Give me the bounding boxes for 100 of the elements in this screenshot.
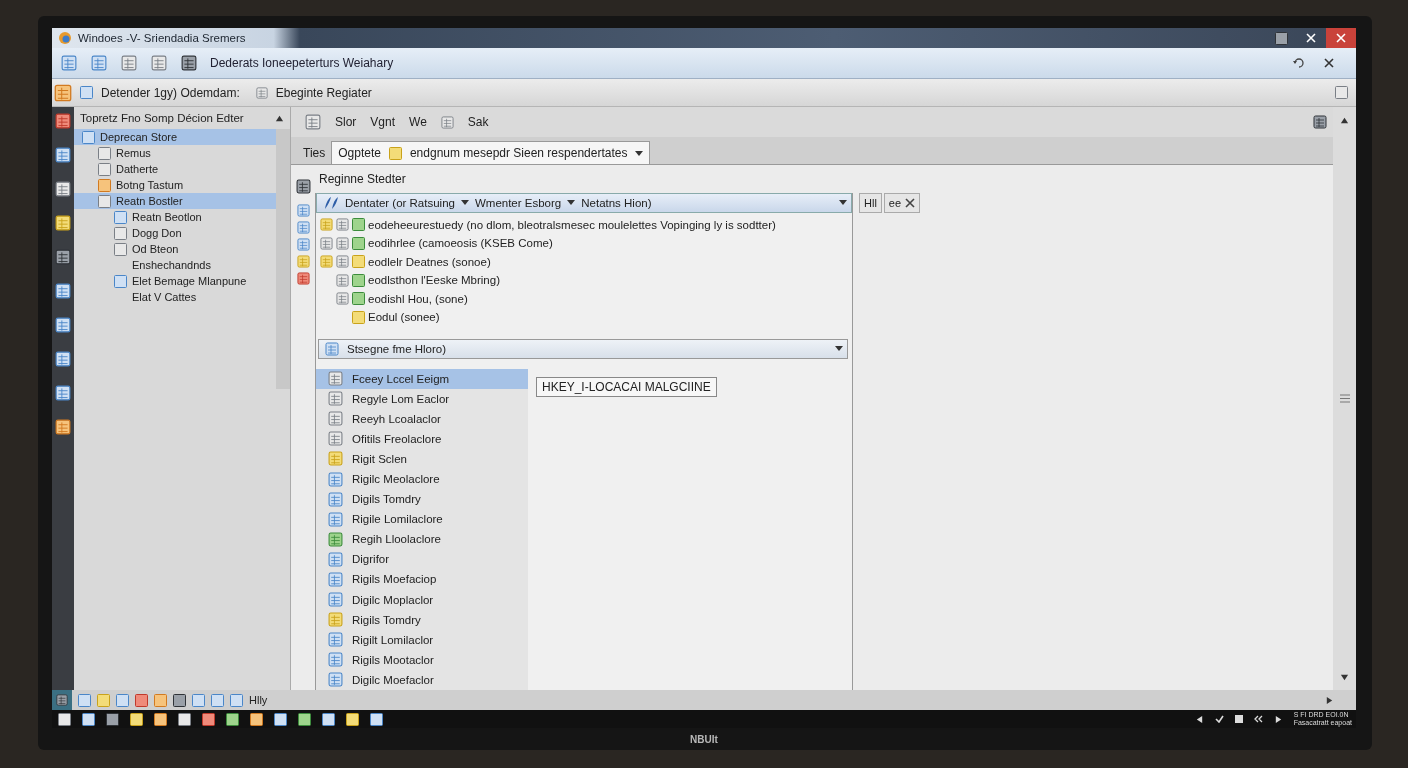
grid-icon <box>328 572 343 587</box>
tree-item[interactable]: Remus <box>74 145 276 161</box>
tree-item[interactable]: Elat V Cattes <box>74 289 276 305</box>
columns-icon[interactable] <box>1313 115 1327 129</box>
document-icon <box>151 55 167 71</box>
taskbar-icon[interactable] <box>178 712 191 726</box>
document-icon[interactable] <box>295 179 311 194</box>
taskbar-icon[interactable] <box>106 712 119 726</box>
tab[interactable]: Ogptete endgnum mesepdr Sieen respendertates <box>331 141 651 164</box>
list-item[interactable]: Rigilc Meolaclore <box>316 468 528 490</box>
taskbar-icon[interactable] <box>274 712 287 726</box>
tree-item[interactable]: Reatn Beotlon <box>74 209 276 225</box>
toolbar-button[interactable]: Sak <box>467 115 489 129</box>
taskbar-icon[interactable] <box>82 712 95 726</box>
list-item[interactable]: Digrifor <box>316 549 528 570</box>
list-item[interactable]: Rigile Lomilaclore <box>316 509 528 530</box>
monitor-brand: NBUIt <box>690 733 718 745</box>
tree-item[interactable]: Datherte <box>74 161 276 177</box>
app-icon[interactable] <box>55 317 71 333</box>
entry-row[interactable]: eodlsthon l'Eeske Mbring) <box>320 271 852 290</box>
taskbar-icon[interactable] <box>58 712 71 726</box>
list-item[interactable]: Digils Tomdry <box>316 489 528 510</box>
tree-item[interactable]: Reatn Bostler <box>74 193 276 209</box>
app-icon[interactable] <box>55 385 71 401</box>
close-icon <box>1306 33 1316 43</box>
toolbar-button[interactable]: Vgnt <box>370 115 396 129</box>
tree-item[interactable]: Enshechandnds <box>74 257 276 273</box>
close-icon <box>1324 58 1334 68</box>
scrollbar[interactable] <box>1333 107 1356 690</box>
grid-icon <box>328 531 343 547</box>
caret-icon <box>839 200 847 205</box>
toolbar-button[interactable] <box>178 52 200 74</box>
tab[interactable]: Ties <box>297 142 332 164</box>
app-icon[interactable] <box>55 249 71 265</box>
entry-row[interactable]: eodeheeurestuedy (no dlom, bleotralsmesec moulelettes Vopinging ly is sodtter) <box>320 215 852 234</box>
list-item[interactable]: Ofitils Freolaclore <box>316 428 528 449</box>
up-arrow-icon <box>274 113 284 123</box>
list-item[interactable]: Rigit Sclen <box>316 448 528 469</box>
tree-item[interactable]: Botng Tastum <box>74 177 276 193</box>
taskbar-icon[interactable] <box>346 712 359 726</box>
taskbar-icon[interactable] <box>226 712 239 726</box>
scrollbar[interactable] <box>276 129 290 389</box>
list-item[interactable]: Rigils Tomdry <box>316 609 528 630</box>
address-label: Detender 1gy) Odemdam: <box>101 85 240 100</box>
app-icon <box>58 31 72 45</box>
entry-row[interactable]: Eodul (sonee) <box>320 308 852 327</box>
filter-option: Netatns Hion) <box>581 196 652 209</box>
close-icon <box>905 197 916 208</box>
tree-item[interactable]: Od Bteon <box>74 241 276 257</box>
document-icon <box>91 55 107 71</box>
app-icon[interactable] <box>55 181 71 197</box>
close-button[interactable] <box>1326 28 1356 48</box>
app-icon[interactable] <box>55 351 71 367</box>
taskbar-icon[interactable] <box>130 712 143 726</box>
tray-icon[interactable] <box>1273 714 1283 724</box>
list-item[interactable]: Fceey Lccel Eeigm <box>316 368 528 389</box>
tree-item[interactable]: Dogg Don <box>74 225 276 241</box>
grid-icon <box>328 491 343 507</box>
status-icon[interactable] <box>135 693 148 707</box>
document-icon <box>61 55 77 71</box>
entry-row[interactable]: eodlelr Deatnes (sonoe) <box>320 252 852 271</box>
side-button[interactable]: Hll <box>859 192 882 213</box>
list-item[interactable]: Digilc Moplaclor <box>316 589 528 610</box>
list-item[interactable]: Rigils Mootaclor <box>316 649 528 670</box>
scroll-grip-icon[interactable] <box>1339 394 1350 403</box>
entry-row[interactable]: eodishl Hou, (sone) <box>320 289 852 308</box>
grid-icon <box>336 273 349 287</box>
window-icon[interactable] <box>1335 86 1348 99</box>
grid-icon <box>328 451 343 467</box>
feather-icon <box>323 195 339 210</box>
taskbar-icon[interactable] <box>298 712 311 726</box>
toolbar-button[interactable]: Slor <box>335 115 357 129</box>
tree-item[interactable]: Elet Bemage Mlanpune <box>74 273 276 289</box>
side-button[interactable]: ee <box>883 192 921 213</box>
tray-icon[interactable] <box>1234 715 1243 723</box>
status-icon[interactable] <box>173 693 186 707</box>
page-icon <box>255 86 268 99</box>
app-icon[interactable] <box>55 113 71 129</box>
tree-item[interactable]: Deprecan Store <box>74 129 276 145</box>
list-item[interactable]: Reeyh Lcoalaclor <box>316 408 528 429</box>
taskbar-icon[interactable] <box>154 712 167 726</box>
list-item[interactable]: Digilc Moefaclor <box>316 669 528 690</box>
taskbar-icon[interactable] <box>202 712 215 726</box>
tray-icon[interactable] <box>1253 715 1263 723</box>
toolbar-button[interactable]: We <box>409 115 427 129</box>
list-item[interactable]: Rigils Moefaciop <box>316 569 528 590</box>
app-icon[interactable] <box>55 283 71 299</box>
key-path-label: HKEY_I-LOCACAI MALGCIINE <box>536 376 717 397</box>
list-item[interactable]: Regih Lloolaclore <box>316 529 528 550</box>
group-dropdown[interactable]: Stsegne fme Hloro) <box>318 338 848 359</box>
app-icon[interactable] <box>55 215 71 231</box>
filter-dropdown[interactable]: Dentater (or Ratsuing Wmenter Esborg Netatns Hion) <box>316 192 852 213</box>
taskbar-icon[interactable] <box>250 712 263 726</box>
taskbar-icon[interactable] <box>322 712 335 726</box>
app-icon[interactable] <box>55 419 71 435</box>
entry-row[interactable]: eodihrlee (camoeosis (KSEB Come) <box>320 234 852 253</box>
app-icon[interactable] <box>55 147 71 163</box>
list-item[interactable]: Regyle Lom Eaclor <box>316 388 528 409</box>
taskbar-icon[interactable] <box>370 712 383 726</box>
list-item[interactable]: Rigilt Lomilaclor <box>316 629 528 650</box>
